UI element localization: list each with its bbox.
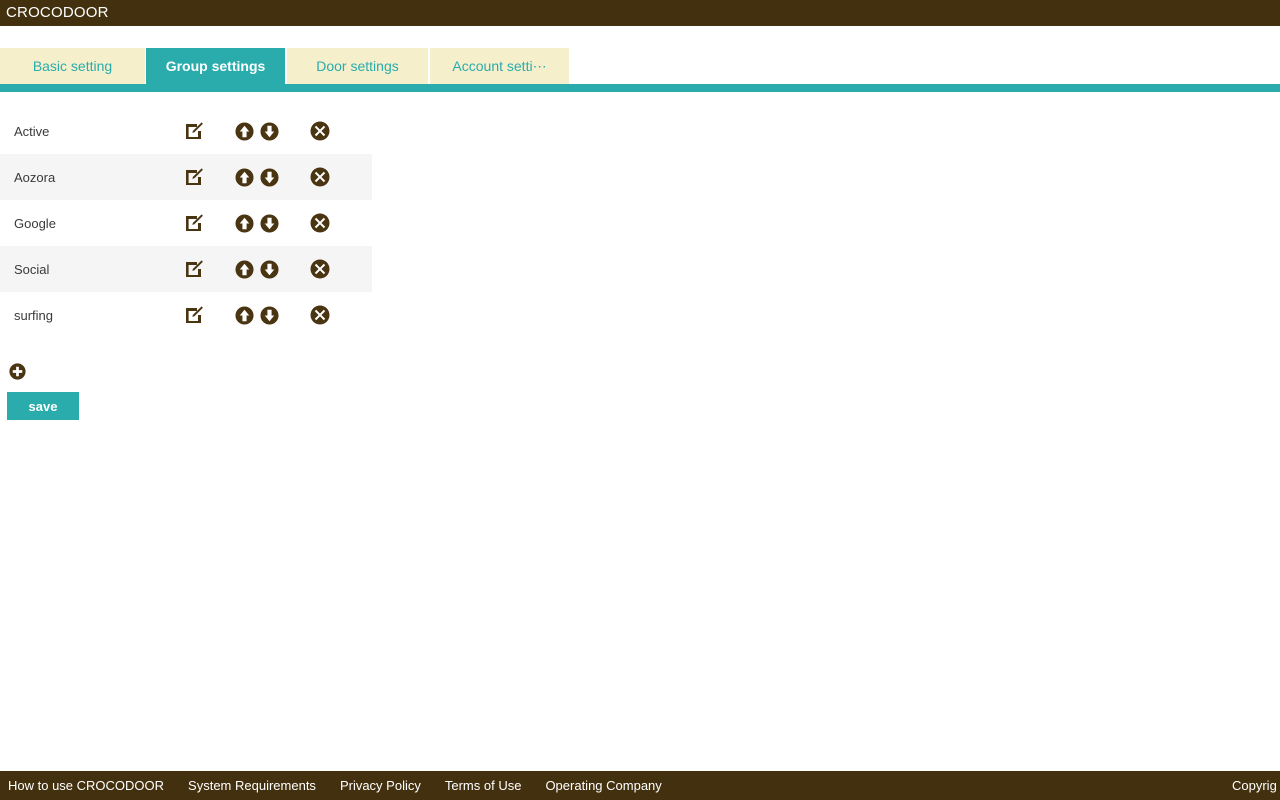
app-header: CROCODOOR	[0, 0, 1280, 26]
group-name: surfing	[14, 307, 54, 323]
footer-links: How to use CROCODOOR System Requirements…	[0, 778, 686, 793]
table-row: Aozora	[0, 154, 372, 200]
group-name: Active	[14, 123, 50, 139]
table-row: surfing	[0, 292, 372, 338]
arrow-up-circle-icon[interactable]	[235, 121, 254, 141]
arrow-up-circle-icon[interactable]	[235, 305, 254, 325]
arrow-down-circle-icon[interactable]	[260, 213, 279, 233]
group-name: Aozora	[14, 169, 56, 185]
tab-label: Account setti⋯	[452, 57, 547, 74]
page-footer: How to use CROCODOOR System Requirements…	[0, 771, 1280, 800]
arrow-down-circle-icon[interactable]	[260, 259, 279, 279]
group-name: Social	[14, 261, 50, 277]
close-circle-icon[interactable]	[310, 167, 330, 187]
table-row: Google	[0, 200, 372, 246]
edit-icon[interactable]	[184, 213, 204, 233]
close-circle-icon[interactable]	[310, 259, 330, 279]
group-name: Google	[14, 215, 56, 231]
tab-underline-bar	[0, 84, 1280, 92]
footer-copyright-text: Copyrig	[1232, 778, 1277, 793]
footer-link-terms-of-use[interactable]: Terms of Use	[445, 778, 522, 793]
edit-icon[interactable]	[184, 121, 204, 141]
close-circle-icon[interactable]	[310, 213, 330, 233]
footer-link-system-requirements[interactable]: System Requirements	[188, 778, 316, 793]
plus-circle-icon[interactable]	[9, 363, 26, 380]
arrow-up-circle-icon[interactable]	[235, 213, 254, 233]
settings-tabs: Basic setting Group settings Door settin…	[0, 48, 1280, 84]
tab-label: Basic setting	[32, 58, 113, 74]
save-button-label: save	[28, 398, 58, 414]
arrow-down-circle-icon[interactable]	[260, 121, 279, 141]
tab-group-settings[interactable]: Group settings	[146, 48, 285, 84]
group-list: Active Aozora Google Social surfing	[0, 108, 372, 338]
tab-label: Group settings	[165, 58, 266, 74]
arrow-down-circle-icon[interactable]	[260, 305, 279, 325]
arrow-down-circle-icon[interactable]	[260, 167, 279, 187]
close-circle-icon[interactable]	[310, 305, 330, 325]
tab-account-settings[interactable]: Account setti⋯	[430, 48, 569, 84]
tab-basic-setting[interactable]: Basic setting	[0, 48, 145, 84]
arrow-up-circle-icon[interactable]	[235, 259, 254, 279]
edit-icon[interactable]	[184, 167, 204, 187]
page-root: CROCODOOR Basic setting Group settings D…	[0, 0, 1280, 800]
footer-link-privacy-policy[interactable]: Privacy Policy	[340, 778, 421, 793]
table-row: Social	[0, 246, 372, 292]
footer-link-how-to-use[interactable]: How to use CROCODOOR	[8, 778, 164, 793]
footer-link-operating-company[interactable]: Operating Company	[545, 778, 661, 793]
edit-icon[interactable]	[184, 259, 204, 279]
footer-copyright: Copyrig	[1232, 771, 1280, 800]
table-row: Active	[0, 108, 372, 154]
edit-icon[interactable]	[184, 305, 204, 325]
save-button[interactable]: save	[7, 392, 79, 420]
app-brand-title: CROCODOOR	[6, 4, 109, 21]
tab-door-settings[interactable]: Door settings	[287, 48, 428, 84]
arrow-up-circle-icon[interactable]	[235, 167, 254, 187]
close-circle-icon[interactable]	[310, 121, 330, 141]
tab-label: Door settings	[316, 58, 399, 74]
